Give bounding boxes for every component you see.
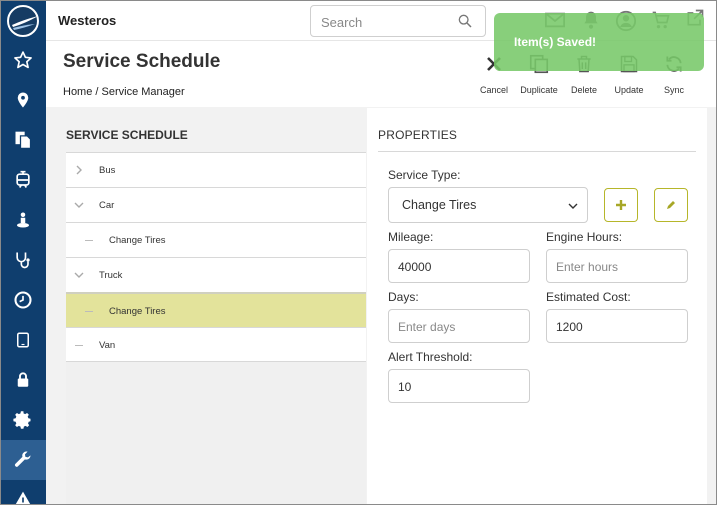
tree-item-label: Change Tires bbox=[109, 306, 166, 317]
gear-icon bbox=[13, 411, 31, 429]
service-schedule-tree: Bus Car Change Tires Truck Change Tires … bbox=[66, 152, 366, 505]
breadcrumb-home-link[interactable]: Home bbox=[63, 86, 92, 98]
sidebar-item-favorites[interactable] bbox=[0, 40, 46, 80]
star-icon bbox=[14, 51, 32, 69]
sidebar-item-drivers[interactable] bbox=[0, 200, 46, 240]
sidebar-item-locations[interactable] bbox=[0, 80, 46, 120]
service-type-select[interactable]: Change Tires bbox=[388, 187, 588, 223]
wrench-icon bbox=[14, 451, 31, 467]
mileage-input[interactable] bbox=[398, 258, 518, 276]
lock-icon bbox=[17, 372, 29, 387]
alert-threshold-label: Alert Threshold: bbox=[388, 350, 473, 364]
sync-label: Sync bbox=[663, 85, 684, 95]
chevron-down-icon[interactable] bbox=[74, 200, 84, 210]
days-label: Days: bbox=[388, 290, 419, 304]
days-field[interactable] bbox=[388, 309, 530, 343]
days-input[interactable] bbox=[398, 318, 518, 336]
service-type-value: Change Tires bbox=[402, 198, 477, 212]
person-icon bbox=[17, 212, 29, 228]
edit-service-type-button[interactable] bbox=[654, 188, 688, 222]
pencil-icon bbox=[667, 201, 675, 209]
properties-divider bbox=[378, 151, 696, 152]
chevron-down-icon[interactable] bbox=[74, 270, 84, 280]
app-title: Westeros bbox=[58, 13, 117, 28]
service-schedule-panel: SERVICE SCHEDULE Bus Car Change Tires Tr… bbox=[66, 121, 366, 505]
tree-item-car[interactable]: Car bbox=[66, 187, 366, 222]
tree-item-bus[interactable]: Bus bbox=[66, 152, 366, 187]
search-box[interactable] bbox=[310, 5, 486, 37]
breadcrumb-separator: / bbox=[95, 86, 99, 98]
tree-leaf-dash bbox=[85, 240, 93, 241]
tree-item-van[interactable]: Van bbox=[66, 327, 366, 362]
alert-threshold-field[interactable] bbox=[388, 369, 530, 403]
tram-icon bbox=[16, 170, 30, 188]
search-icon[interactable] bbox=[457, 13, 473, 32]
tree-item-truck-change-tires[interactable]: Change Tires bbox=[66, 292, 366, 327]
tree-item-label: Car bbox=[99, 200, 115, 211]
engine-hours-label: Engine Hours: bbox=[546, 230, 623, 244]
sidebar-item-alerts[interactable] bbox=[0, 480, 46, 505]
add-service-type-button[interactable] bbox=[604, 188, 638, 222]
sidebar bbox=[0, 0, 46, 505]
breadcrumb-current: Service Manager bbox=[101, 86, 185, 98]
app-logo[interactable] bbox=[7, 5, 39, 37]
mileage-label: Mileage: bbox=[388, 230, 434, 244]
tablet-icon bbox=[17, 332, 29, 348]
tree-item-label: Van bbox=[99, 340, 116, 351]
alert-threshold-input[interactable] bbox=[398, 378, 518, 396]
tree-item-label: Truck bbox=[99, 270, 123, 281]
mileage-field[interactable] bbox=[388, 249, 530, 283]
warning-icon bbox=[15, 491, 31, 505]
sidebar-item-security[interactable] bbox=[0, 360, 46, 400]
estimated-cost-label: Estimated Cost: bbox=[546, 290, 631, 304]
map-pin-icon bbox=[17, 92, 29, 108]
tree-leaf-dash bbox=[85, 311, 93, 312]
stethoscope-icon bbox=[16, 252, 30, 269]
sidebar-item-transit[interactable] bbox=[0, 160, 46, 200]
engine-hours-input[interactable] bbox=[556, 258, 676, 276]
plus-icon bbox=[616, 200, 626, 210]
estimated-cost-input[interactable] bbox=[556, 318, 676, 336]
tree-item-label: Bus bbox=[99, 165, 116, 176]
sidebar-item-health[interactable] bbox=[0, 240, 46, 280]
page-title: Service Schedule bbox=[63, 51, 221, 72]
sidebar-item-settings[interactable] bbox=[0, 400, 46, 440]
breadcrumb: Home / Service Manager bbox=[63, 86, 185, 98]
clock-icon bbox=[14, 291, 32, 309]
tree-item-truck[interactable]: Truck bbox=[66, 257, 366, 292]
sidebar-item-service-manager[interactable] bbox=[0, 440, 46, 480]
search-input[interactable] bbox=[321, 12, 451, 32]
sidebar-item-history[interactable] bbox=[0, 280, 46, 320]
documents-icon bbox=[15, 131, 32, 149]
service-type-label: Service Type: bbox=[388, 168, 461, 182]
service-schedule-heading: SERVICE SCHEDULE bbox=[66, 128, 188, 142]
tree-item-label: Change Tires bbox=[109, 235, 166, 246]
tree-item-car-change-tires[interactable]: Change Tires bbox=[66, 222, 366, 257]
saved-toast: Item(s) Saved! bbox=[494, 13, 704, 71]
properties-heading: PROPERTIES bbox=[378, 128, 458, 142]
sidebar-item-documents[interactable] bbox=[0, 120, 46, 160]
engine-hours-field[interactable] bbox=[546, 249, 688, 283]
toast-message: Item(s) Saved! bbox=[514, 35, 597, 49]
chevron-right-icon[interactable] bbox=[74, 165, 84, 175]
estimated-cost-field[interactable] bbox=[546, 309, 688, 343]
properties-panel: PROPERTIES Service Type: Change Tires Mi… bbox=[367, 108, 707, 505]
chevron-down-icon bbox=[568, 203, 578, 209]
tree-leaf-dash bbox=[75, 345, 83, 346]
sidebar-item-devices[interactable] bbox=[0, 320, 46, 360]
